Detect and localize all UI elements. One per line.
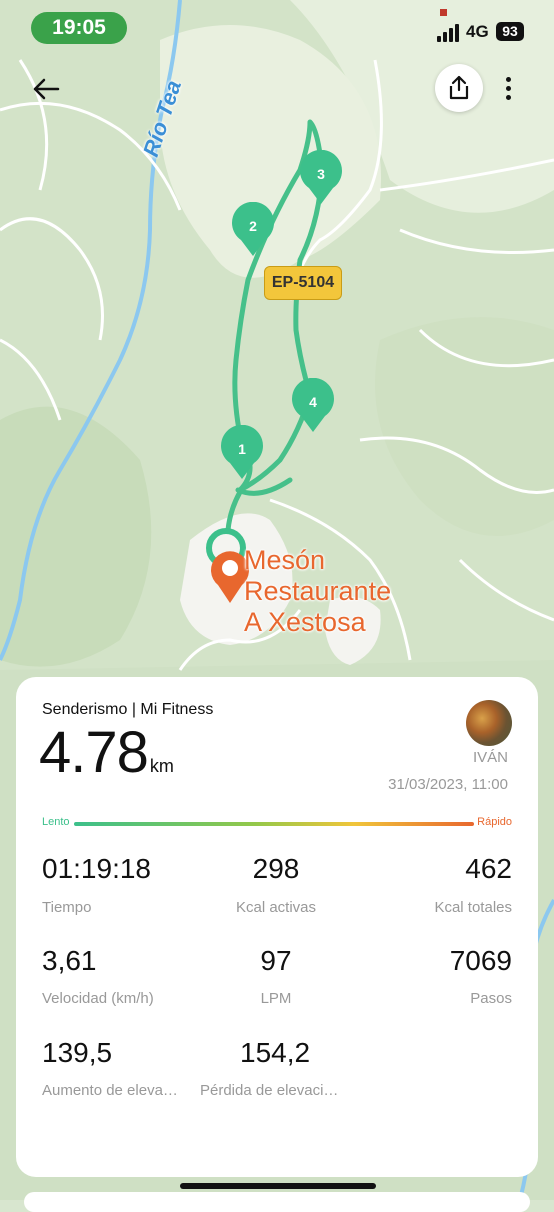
distance: 4.78 km xyxy=(39,719,174,786)
back-arrow-icon xyxy=(33,78,60,100)
km-marker-1[interactable]: 1 xyxy=(218,425,266,481)
km-marker-2[interactable]: 2 xyxy=(229,202,277,258)
stat-elevation-loss-value: 154,2 xyxy=(240,1037,311,1068)
place-label-line-3: A Xestosa xyxy=(244,607,366,637)
avatar[interactable] xyxy=(466,700,512,746)
share-icon xyxy=(449,75,469,100)
stat-elevation-loss-label: Pérdida de elevaci… xyxy=(200,1082,339,1099)
user-name: IVÁN xyxy=(472,749,508,766)
stat-speed-value: 3,61 xyxy=(42,945,97,976)
km-marker-1-label: 1 xyxy=(238,441,246,457)
back-button[interactable] xyxy=(28,72,64,108)
stat-total-kcal-label: Kcal totales xyxy=(434,899,512,916)
stat-active-kcal-value: 298 xyxy=(252,853,300,884)
distance-unit: km xyxy=(149,756,174,776)
km-marker-4-label: 4 xyxy=(309,394,317,410)
status-time: 19:05 xyxy=(31,12,127,44)
next-card-peek xyxy=(24,1192,530,1212)
stat-steps-label: Pasos xyxy=(470,990,512,1007)
speed-fast-label: Rápido xyxy=(477,816,512,828)
place-label-line-2: Restaurante xyxy=(244,576,392,606)
km-marker-3-label: 3 xyxy=(317,166,325,182)
place-label-line-1: Mesón xyxy=(244,545,326,575)
stat-heart-rate-label: LPM xyxy=(260,990,292,1007)
stat-speed-label: Velocidad (km/h) xyxy=(42,990,154,1007)
km-marker-4[interactable]: 4 xyxy=(289,378,337,434)
signal-icon xyxy=(437,24,461,42)
share-button[interactable] xyxy=(435,64,483,112)
stat-time-value: 01:19:18 xyxy=(42,853,151,884)
stat-total-kcal-value: 462 xyxy=(465,853,512,884)
more-options-button[interactable] xyxy=(498,74,520,104)
activity-summary-card: Senderismo | Mi Fitness 4.78 km IVÁN 31/0… xyxy=(16,677,538,1177)
status-bar: 19:05 4G 93 xyxy=(0,0,554,60)
activity-title: Senderismo | Mi Fitness xyxy=(42,701,214,718)
place-label[interactable]: Mesón Restaurante A Xestosa xyxy=(244,545,391,638)
distance-value: 4.78 xyxy=(39,720,149,785)
speed-slow-label: Lento xyxy=(42,816,70,828)
road-badge: EP-5104 xyxy=(264,266,342,300)
battery-icon: 93 xyxy=(496,22,524,41)
home-indicator xyxy=(180,1183,376,1189)
activity-date: 31/03/2023, 11:00 xyxy=(388,776,508,793)
stat-elevation-gain-value: 139,5 xyxy=(42,1037,113,1068)
speed-gradient xyxy=(74,822,474,826)
network-label: 4G xyxy=(466,22,489,41)
stat-time-label: Tiempo xyxy=(42,899,92,916)
km-marker-3[interactable]: 3 xyxy=(297,150,345,206)
stat-active-kcal-label: Kcal activas xyxy=(235,899,317,916)
stat-steps-value: 7069 xyxy=(449,945,512,976)
stat-heart-rate-value: 97 xyxy=(260,945,292,976)
stat-elevation-gain-label: Aumento de eleva… xyxy=(42,1082,178,1099)
recording-indicator-icon xyxy=(440,9,447,16)
km-marker-2-label: 2 xyxy=(249,218,257,234)
